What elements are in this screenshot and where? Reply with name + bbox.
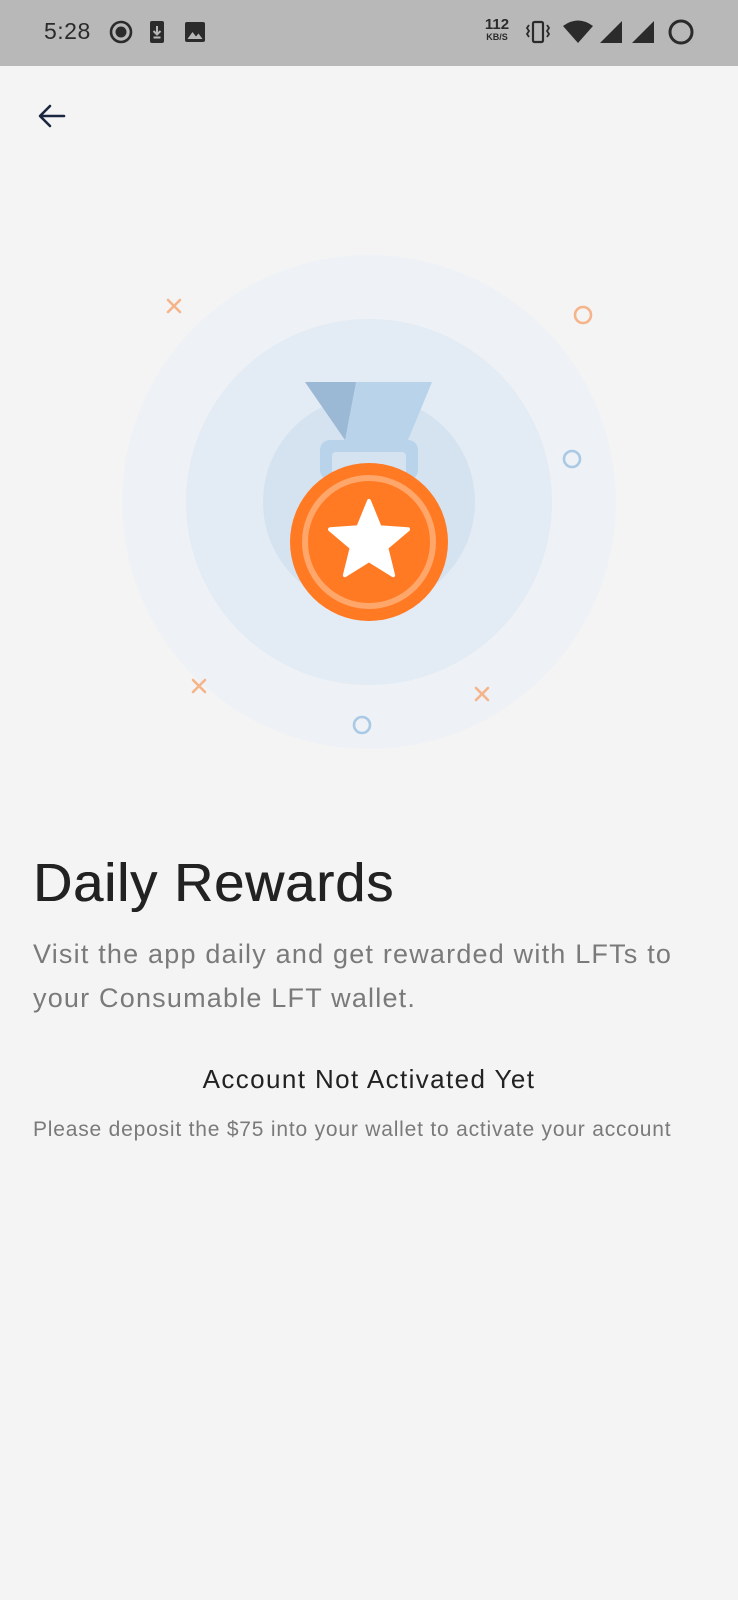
wifi-icon	[562, 19, 594, 50]
arrow-left-icon	[36, 103, 68, 134]
network-speed: 112 KB/S	[480, 17, 514, 42]
page-description: Visit the app daily and get rewarded wit…	[33, 939, 673, 1013]
account-status-heading: Account Not Activated Yet	[202, 1064, 536, 1094]
loading-icon	[667, 19, 695, 52]
record-icon	[108, 19, 134, 50]
signal-icon	[630, 19, 656, 50]
network-speed-unit: KB/S	[486, 32, 508, 42]
rewards-illustration	[0, 200, 738, 800]
network-speed-value: 112	[484, 16, 510, 33]
status-time: 5:28	[44, 18, 91, 44]
back-button[interactable]	[30, 96, 74, 140]
vibrate-icon	[524, 19, 552, 50]
download-icon	[146, 19, 168, 50]
signal-icon	[598, 19, 624, 50]
status-bar: 5:28 112 KB/S	[0, 0, 738, 66]
image-icon	[182, 19, 208, 50]
account-status-message: Please deposit the $75 into your wallet …	[33, 1118, 672, 1141]
page-title: Daily Rewards	[33, 853, 395, 913]
